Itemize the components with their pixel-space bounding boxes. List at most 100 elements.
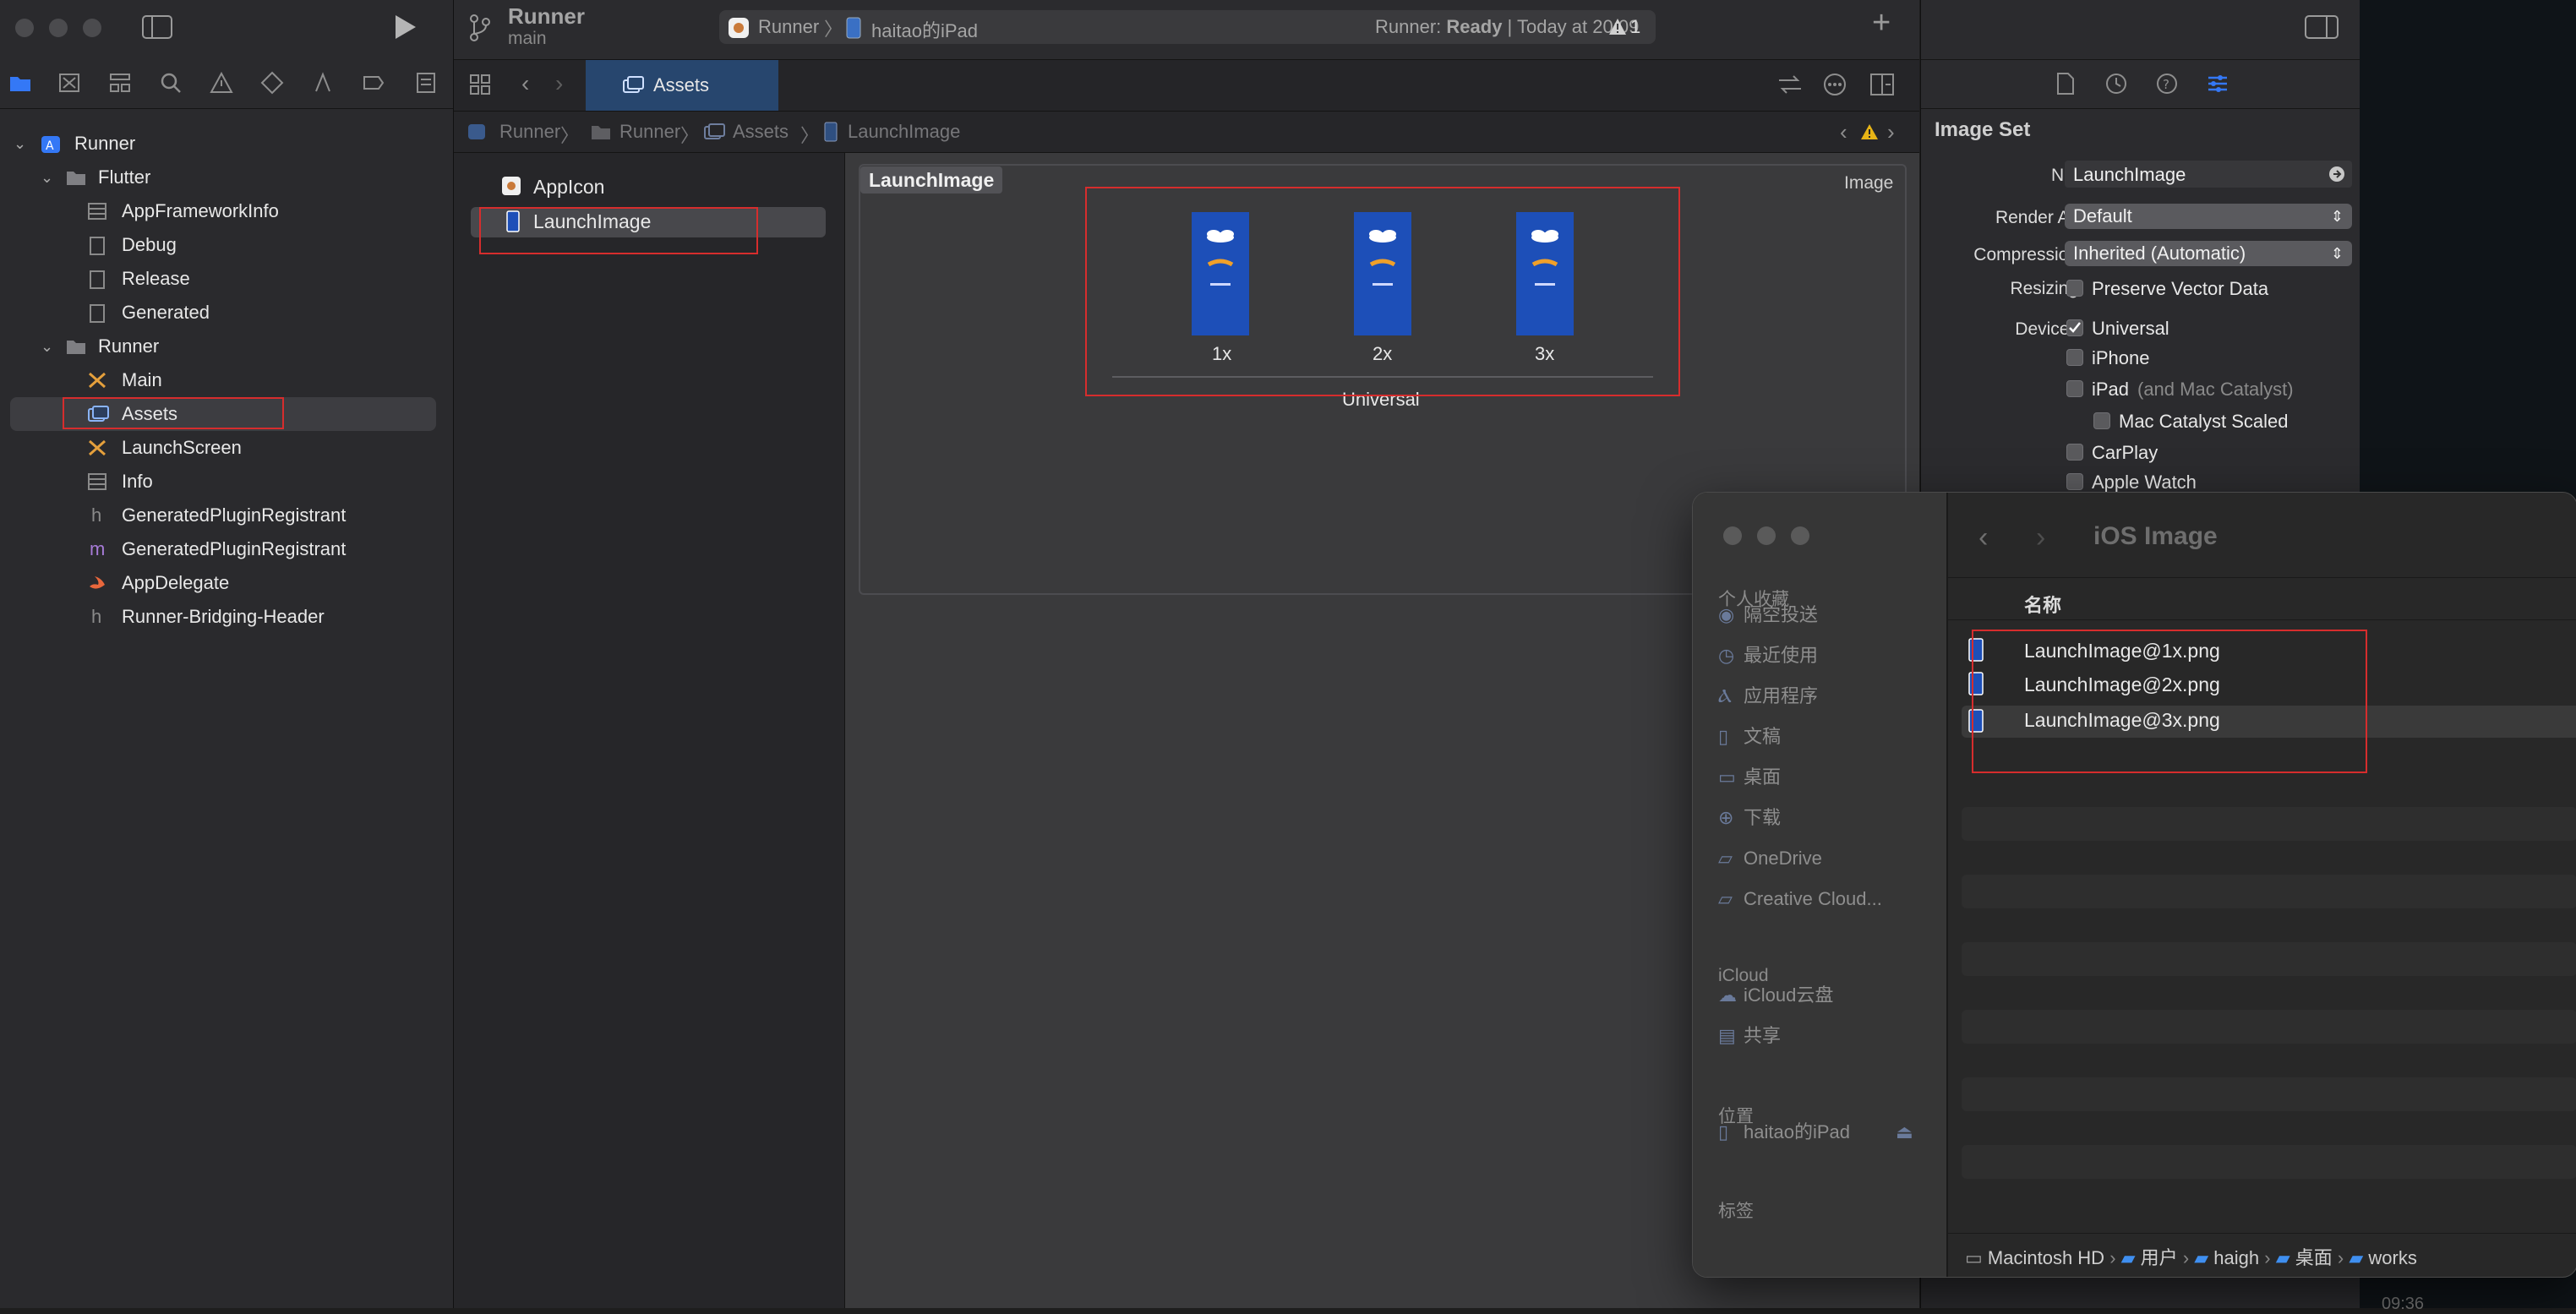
breadcrumb-group[interactable]: Runner <box>619 121 680 143</box>
path-users[interactable]: 用户 <box>2141 1247 2178 1268</box>
tree-item-generated[interactable]: Generated <box>10 296 441 330</box>
finder-zoom-button[interactable] <box>1791 526 1809 545</box>
sidebar-item-recents[interactable]: ◷ 最近使用 <box>1718 639 1818 673</box>
preserve-vector-checkbox[interactable] <box>2066 280 2083 297</box>
asset-item-appicon[interactable]: AppIcon <box>533 176 604 199</box>
disclosure-open-icon[interactable]: ⌄ <box>41 161 53 194</box>
tree-label: Info <box>122 471 153 492</box>
tree-item-main-storyboard[interactable]: Main <box>10 363 441 397</box>
render-as-popup[interactable]: Default ⇕ <box>2065 204 2352 229</box>
sidebar-label: 应用程序 <box>1744 685 1819 706</box>
tree-item-release[interactable]: Release <box>10 262 441 296</box>
tree-item-flutter-group[interactable]: ⌄ Flutter <box>10 161 441 194</box>
arrow-circle-icon[interactable] <box>2328 166 2345 183</box>
tree-item-bridging-header[interactable]: h Runner-Bridging-Header <box>10 600 441 634</box>
finder-close-button[interactable] <box>1723 526 1742 545</box>
issue-warning-icon[interactable] <box>1860 123 1879 140</box>
debug-navigator-icon[interactable] <box>311 71 335 95</box>
sidebar-item-icloud-drive[interactable]: ☁ iCloud云盘 <box>1718 979 1833 1012</box>
tree-item-info[interactable]: Info <box>10 465 441 499</box>
disclosure-open-icon[interactable]: ⌄ <box>14 127 26 161</box>
report-navigator-icon[interactable] <box>414 71 438 95</box>
finder-minimize-button[interactable] <box>1757 526 1776 545</box>
editor-tab-bar: ‹ › Assets <box>454 60 1919 112</box>
finder-forward-icon[interactable]: › <box>2036 521 2045 554</box>
next-issue-icon[interactable]: › <box>1887 119 1895 145</box>
file-inspector-icon[interactable] <box>2056 73 2075 95</box>
tree-item-runner-group[interactable]: ⌄ Runner <box>10 330 441 363</box>
inspector-toggle-icon[interactable] <box>2305 15 2339 39</box>
finder-back-icon[interactable]: ‹ <box>1978 521 1988 554</box>
tree-item-launchscreen[interactable]: LaunchScreen <box>10 431 441 465</box>
sidebar-item-onedrive[interactable]: ▱ OneDrive <box>1718 842 1822 875</box>
carplay-checkbox[interactable] <box>2066 444 2083 461</box>
close-window-button[interactable] <box>15 19 34 37</box>
tab-assets[interactable]: Assets <box>586 60 778 111</box>
warning-icon[interactable] <box>1608 18 1627 36</box>
tree-item-appframeworkinfo[interactable]: AppFrameworkInfo <box>10 194 441 228</box>
breakpoint-navigator-icon[interactable] <box>362 71 385 95</box>
path-disk[interactable]: Macintosh HD <box>1988 1247 2104 1268</box>
sidebar-item-ipad[interactable]: ▯ haitao的iPad ⏏ <box>1718 1115 1929 1149</box>
tree-item-plugin-registrant-h[interactable]: h GeneratedPluginRegistrant <box>10 499 441 532</box>
tree-item-debug[interactable]: Debug <box>10 228 441 262</box>
previous-issue-icon[interactable]: ‹ <box>1840 119 1847 145</box>
source-control-icon[interactable] <box>57 71 81 95</box>
attributes-inspector-icon[interactable] <box>2207 73 2229 95</box>
help-inspector-icon[interactable]: ? <box>2156 73 2178 95</box>
scheme-selector[interactable]: Runner <box>758 16 819 38</box>
sidebar-item-shared[interactable]: ▤ 共享 <box>1718 1019 1781 1053</box>
forward-icon[interactable]: › <box>555 70 563 97</box>
header-file-icon: h <box>91 504 102 526</box>
name-field[interactable]: LaunchImage <box>2065 161 2352 188</box>
path-home[interactable]: haigh <box>2213 1247 2259 1268</box>
breadcrumb-catalog[interactable]: Assets <box>733 121 789 143</box>
empty-row <box>1962 1077 2576 1111</box>
tree-item-plugin-registrant-m[interactable]: m GeneratedPluginRegistrant <box>10 532 441 566</box>
path-works[interactable]: works <box>2368 1247 2416 1268</box>
sidebar-item-applications[interactable]: Ⲁ 应用程序 <box>1718 679 1818 713</box>
ipad-checkbox[interactable] <box>2066 380 2083 397</box>
search-icon[interactable] <box>159 71 183 95</box>
related-items-icon[interactable] <box>1777 74 1803 95</box>
test-navigator-icon[interactable] <box>260 71 284 95</box>
swift-file-icon <box>88 575 106 592</box>
tree-label: Debug <box>122 234 177 255</box>
compression-popup[interactable]: Inherited (Automatic) ⇕ <box>2065 241 2352 266</box>
breadcrumb-project[interactable]: Runner <box>499 121 560 143</box>
column-header-name[interactable]: 名称 <box>2024 591 2061 618</box>
grid-icon[interactable] <box>469 74 491 95</box>
library-add-button[interactable]: + <box>1872 5 1891 41</box>
path-desktop[interactable]: 桌面 <box>2295 1247 2333 1268</box>
universal-checkbox[interactable] <box>2066 319 2083 336</box>
destination-selector[interactable]: haitao的iPad <box>871 16 978 43</box>
disclosure-open-icon[interactable]: ⌄ <box>41 330 53 363</box>
more-options-icon[interactable] <box>1823 73 1847 96</box>
sidebar-toggle-icon[interactable] <box>142 15 172 39</box>
sidebar-item-desktop[interactable]: ▭ 桌面 <box>1718 761 1781 794</box>
mac-catalyst-checkbox[interactable] <box>2093 412 2110 429</box>
breadcrumb-imageset[interactable]: LaunchImage <box>848 121 960 143</box>
sidebar-item-airdrop[interactable]: ◉ 隔空投送 <box>1718 598 1818 632</box>
sidebar-item-downloads[interactable]: ⊕ 下载 <box>1718 801 1781 835</box>
apple-watch-checkbox[interactable] <box>2066 473 2083 490</box>
zoom-window-button[interactable] <box>83 19 101 37</box>
back-icon[interactable]: ‹ <box>521 70 529 97</box>
sidebar-item-documents[interactable]: ▯ 文稿 <box>1718 720 1781 754</box>
warning-count[interactable]: 1 <box>1630 16 1640 38</box>
split-editor-icon[interactable] <box>1870 74 1894 95</box>
run-button[interactable] <box>392 14 418 41</box>
tree-item-appdelegate[interactable]: AppDelegate <box>10 566 441 600</box>
symbol-navigator-icon[interactable] <box>108 71 132 95</box>
sidebar-item-creative-cloud[interactable]: ▱ Creative Cloud... <box>1718 882 1882 916</box>
history-inspector-icon[interactable] <box>2105 73 2127 95</box>
warning-navigator-icon[interactable] <box>210 71 233 95</box>
folder-icon: ▰ <box>2349 1247 2369 1268</box>
tree-item-runner-project[interactable]: ⌄ A Runner <box>10 127 441 161</box>
tree-label: GeneratedPluginRegistrant <box>122 504 347 526</box>
minimize-window-button[interactable] <box>49 19 68 37</box>
iphone-checkbox[interactable] <box>2066 349 2083 366</box>
eject-icon[interactable]: ⏏ <box>1896 1115 1913 1149</box>
project-navigator: ⌄ A Runner ⌄ Flutter AppFrameworkInfo De… <box>0 0 454 1308</box>
folder-icon[interactable] <box>8 71 32 95</box>
